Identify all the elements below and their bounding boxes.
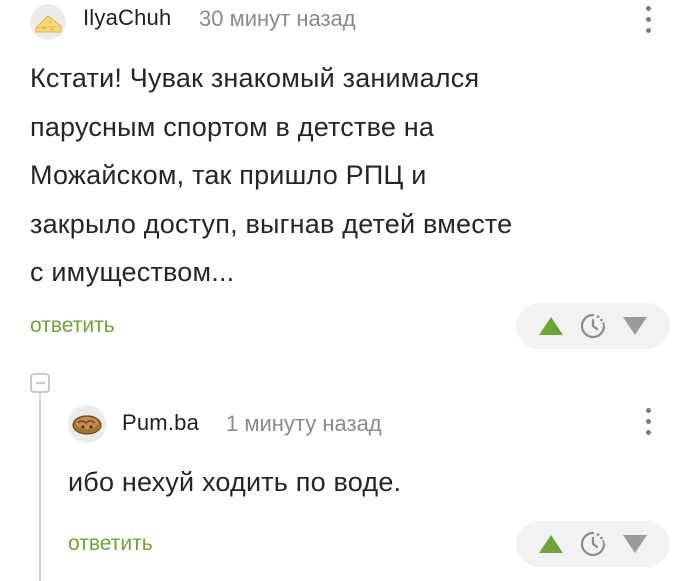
upvote-icon[interactable] — [538, 534, 564, 554]
clock-icon[interactable] — [579, 312, 607, 340]
comment-line: парусным спортом в детстве на — [30, 111, 435, 142]
username[interactable]: IlyaChuh — [83, 5, 171, 31]
comment-line: Кстати! Чувак знакомый занимался — [30, 63, 480, 93]
comment-line: закрыло доступ, выгнав детей вместе — [30, 208, 513, 239]
downvote-icon[interactable] — [622, 316, 648, 336]
reply-button[interactable]: ответить — [30, 314, 115, 338]
user-avatar[interactable] — [68, 405, 106, 443]
collapse-thread-button[interactable] — [30, 373, 50, 393]
comment-timestamp[interactable]: 30 минут назад — [199, 6, 356, 32]
vote-controls — [516, 303, 670, 349]
username[interactable]: Pum.ba — [122, 410, 199, 436]
user-avatar[interactable] — [30, 4, 66, 40]
more-options-icon[interactable] — [642, 408, 654, 435]
comment-line: Можайском, так пришло РПЦ и — [30, 160, 427, 190]
comment-body: ибо нехуй ходить по воде. — [68, 467, 402, 497]
vote-controls — [516, 521, 670, 567]
reply-button[interactable]: ответить — [68, 532, 153, 556]
thread-line[interactable] — [39, 393, 41, 581]
comment-body: Кстати! Чувак знакомый занимался парусны… — [30, 54, 670, 297]
clock-icon[interactable] — [579, 530, 607, 558]
downvote-icon[interactable] — [622, 534, 648, 554]
more-options-icon[interactable] — [642, 6, 654, 33]
comment-line: с имуществом... — [30, 257, 235, 287]
upvote-icon[interactable] — [538, 316, 564, 336]
comment-timestamp[interactable]: 1 минуту назад — [226, 411, 382, 437]
